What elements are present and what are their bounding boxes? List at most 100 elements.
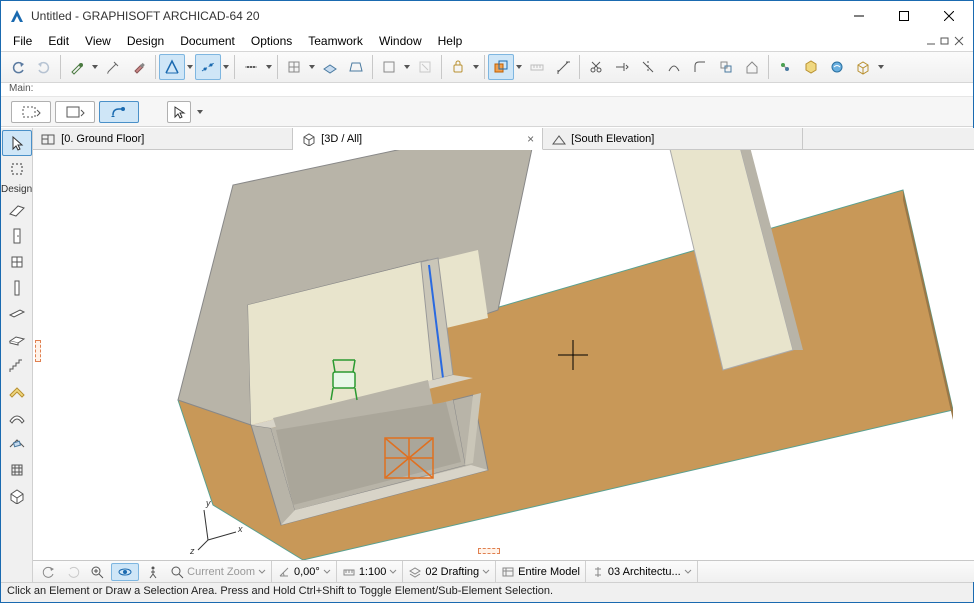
tab-3d[interactable]: [3D / All] × [293,128,543,150]
edit-plane-button[interactable] [317,54,343,80]
cube-dropdown[interactable] [876,63,886,71]
arrow-mode-button[interactable] [167,101,191,123]
marquee-dotted-button[interactable] [11,101,51,123]
dim-value[interactable]: 03 Architectu... [608,566,681,578]
marquee-solid-button[interactable] [55,101,95,123]
menu-help[interactable]: Help [430,32,471,50]
pickup-dropdown[interactable] [90,63,100,71]
suspend-dropdown[interactable] [471,63,481,71]
morph-tool[interactable] [2,483,32,509]
grid-snap-button[interactable] [281,54,307,80]
dim-dropdown-icon[interactable] [684,568,692,576]
split-button[interactable] [635,54,661,80]
dimension-icon[interactable] [591,565,605,579]
walk-icon[interactable] [146,565,160,579]
trace-dropdown[interactable] [514,63,524,71]
mini-minimize-icon[interactable] [925,35,937,47]
stair-tool[interactable] [2,353,32,379]
guideline-dropdown[interactable] [185,63,195,71]
cut-button[interactable] [583,54,609,80]
grid-snap-dropdown[interactable] [307,63,317,71]
trace-button[interactable] [488,54,514,80]
mini-close-icon[interactable] [953,35,965,47]
menu-window[interactable]: Window [371,32,430,50]
menu-document[interactable]: Document [172,32,243,50]
skylight-tool[interactable] [2,431,32,457]
attributes-button[interactable] [798,54,824,80]
layer-value[interactable]: 02 Drafting [425,566,479,578]
brush-button[interactable] [126,54,152,80]
redo-button[interactable] [31,54,57,80]
surface-snap-button[interactable] [412,54,438,80]
curtainwall-tool[interactable] [2,457,32,483]
undo-button[interactable] [5,54,31,80]
element-snap-button[interactable] [376,54,402,80]
zoom-icon[interactable] [90,565,104,579]
snap-point-dropdown[interactable] [264,63,274,71]
arrow-tool[interactable] [2,130,32,156]
tab-south-elevation[interactable]: [South Elevation] [543,128,803,149]
scale-icon[interactable] [342,565,356,579]
arrow-mode-dropdown[interactable] [195,108,205,116]
guideline-button[interactable] [159,54,185,80]
column-tool[interactable] [2,275,32,301]
snap-guide-button[interactable] [195,54,221,80]
gravity-button[interactable] [343,54,369,80]
home-button[interactable] [739,54,765,80]
resize-button[interactable] [713,54,739,80]
layers-icon[interactable] [408,565,422,579]
intersect-button[interactable] [661,54,687,80]
inject-button[interactable] [100,54,126,80]
menu-options[interactable]: Options [243,32,300,50]
angle-value[interactable]: 0,00° [294,566,320,578]
mini-restore-icon[interactable] [939,35,951,47]
fit-icon[interactable] [170,565,184,579]
slab-tool[interactable] [2,327,32,353]
split-handle-top[interactable] [478,156,500,162]
render-button[interactable] [824,54,850,80]
adjust-button[interactable] [609,54,635,80]
split-handle-left[interactable] [35,340,41,362]
element-snap-dropdown[interactable] [402,63,412,71]
menu-view[interactable]: View [77,32,119,50]
layer-dropdown-icon[interactable] [482,568,490,576]
measure-button[interactable] [550,54,576,80]
suspend-groups-button[interactable] [445,54,471,80]
scale-dropdown-icon[interactable] [389,568,397,576]
pickup-button[interactable] [64,54,90,80]
tab-close-icon[interactable]: × [527,132,534,146]
orbit-icon[interactable] [117,565,133,579]
scale-value[interactable]: 1:100 [359,566,387,578]
model-value[interactable]: Entire Model [518,566,580,578]
minimize-button[interactable] [836,1,881,31]
snap-guide-dropdown[interactable] [221,63,231,71]
prev-view-icon[interactable] [42,565,56,579]
fillet-button[interactable] [687,54,713,80]
menu-edit[interactable]: Edit [40,32,77,50]
window-tool[interactable] [2,249,32,275]
door-tool[interactable] [2,223,32,249]
teamwork-button[interactable] [772,54,798,80]
close-button[interactable] [926,1,971,31]
model-icon[interactable] [501,565,515,579]
wall-tool[interactable] [2,197,32,223]
marquee-tool[interactable] [2,156,32,182]
menu-teamwork[interactable]: Teamwork [300,32,371,50]
roof-tool[interactable] [2,379,32,405]
ruler-button[interactable] [524,54,550,80]
snap-point-button[interactable] [238,54,264,80]
angle-dropdown-icon[interactable] [323,568,331,576]
beam-tool[interactable] [2,301,32,327]
angle-icon[interactable] [277,565,291,579]
split-handle-bottom[interactable] [478,548,500,554]
next-view-icon[interactable] [66,565,80,579]
cube-button[interactable] [850,54,876,80]
maximize-button[interactable] [881,1,926,31]
menu-design[interactable]: Design [119,32,172,50]
shell-tool[interactable] [2,405,32,431]
quick-select-button[interactable] [99,101,139,123]
viewport-3d[interactable]: x y z [33,150,974,560]
menu-file[interactable]: File [5,32,40,50]
tab-ground-floor[interactable]: [0. Ground Floor] [33,128,293,149]
zoom-dropdown-icon[interactable] [258,568,266,576]
